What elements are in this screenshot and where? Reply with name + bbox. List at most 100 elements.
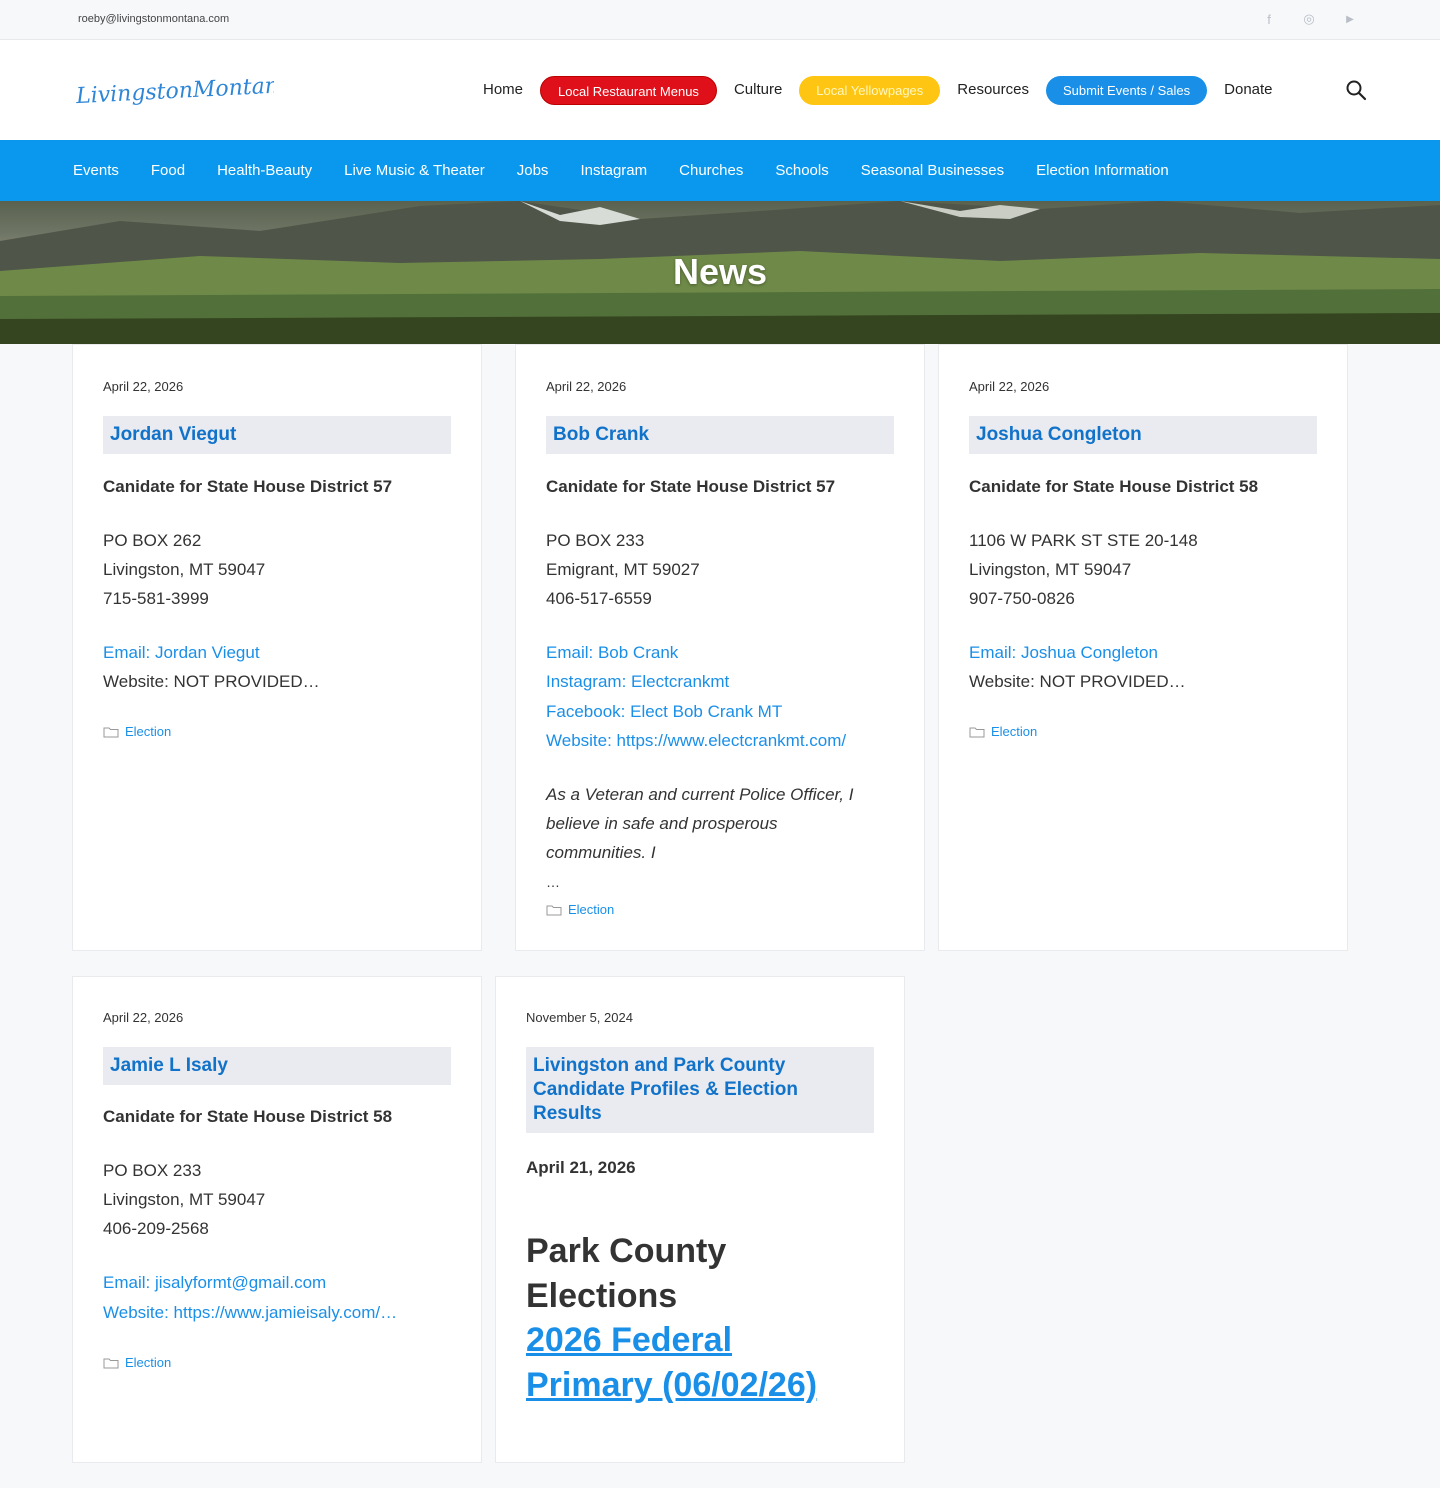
subnav-churches[interactable]: Churches [663, 162, 759, 179]
subnav-health-beauty[interactable]: Health-Beauty [201, 162, 328, 179]
website-line: Website: NOT PROVIDED… [969, 672, 1186, 691]
primary-election-link[interactable]: Primary (06/02/26) [526, 1363, 817, 1408]
post-card-jamie-isaly: April 22, 2026 Jamie L Isaly Canidate fo… [72, 976, 482, 1463]
primary-election-link[interactable]: 2026 Federal [526, 1318, 732, 1363]
post-card-joshua-congleton: April 22, 2026 Joshua Congleton Canidate… [938, 344, 1348, 951]
post-card-jordan-viegut: April 22, 2026 Jordan Viegut Canidate fo… [72, 344, 482, 951]
phone-line: 715-581-3999 [103, 589, 209, 608]
post-date: April 22, 2026 [103, 379, 184, 394]
post-title-box[interactable]: Joshua Congleton [969, 416, 1317, 454]
content-heading-line: Elections [526, 1277, 678, 1315]
excerpt-line: communities. I [546, 843, 656, 862]
address-line: Livingston, MT 59047 [103, 1190, 266, 1209]
post-subtitle: Canidate for State House District 57 [103, 477, 393, 496]
category-label[interactable]: Election [568, 902, 614, 917]
nav-home[interactable]: Home [474, 75, 532, 105]
post-title[interactable]: Jamie L Isaly [110, 1054, 444, 1078]
email-link[interactable]: Email: Joshua Congleton [969, 638, 1158, 667]
excerpt-line: As a Veteran and current Police Officer,… [546, 785, 854, 804]
nav-yellowpages-button[interactable]: Local Yellowpages [799, 75, 941, 105]
post-title[interactable]: Joshua Congleton [976, 423, 1310, 447]
post-title[interactable]: Jordan Viegut [110, 423, 444, 447]
post-title-box[interactable]: Livingston and Park County Candidate Pro… [526, 1047, 874, 1133]
post-title-line[interactable]: Livingston and Park County [533, 1054, 867, 1078]
site-logo[interactable]: LivingstonMontana.com [74, 68, 346, 114]
category-label[interactable]: Election [991, 724, 1037, 739]
post-category[interactable]: Election [546, 902, 614, 917]
search-icon[interactable] [1344, 78, 1368, 102]
phone-line: 907-750-0826 [969, 589, 1075, 608]
address-line: PO BOX 262 [103, 531, 202, 550]
website-link[interactable]: Website: https://www.electcrankmt.com/ [546, 726, 846, 755]
hero-banner: News [0, 201, 1440, 344]
folder-icon [969, 727, 985, 737]
content-heading-line: Park County [526, 1232, 727, 1270]
facebook-link[interactable]: Facebook: Elect Bob Crank MT [546, 697, 782, 726]
subnav-jobs[interactable]: Jobs [501, 162, 565, 179]
post-subtitle: Canidate for State House District 58 [969, 477, 1259, 496]
folder-icon [103, 1358, 119, 1368]
subnav-instagram[interactable]: Instagram [564, 162, 663, 179]
nav-submit-events-button[interactable]: Submit Events / Sales [1045, 75, 1208, 105]
youtube-icon[interactable]: ▶ [1341, 10, 1359, 28]
website-line: Website: NOT PROVIDED… [103, 672, 320, 691]
address-line: Livingston, MT 59047 [969, 560, 1132, 579]
excerpt-ellipsis: … [546, 874, 560, 890]
subnav-seasonal-businesses[interactable]: Seasonal Businesses [845, 162, 1020, 179]
post-title[interactable]: Bob Crank [553, 423, 887, 447]
subnav-food[interactable]: Food [135, 162, 201, 179]
nav-resources[interactable]: Resources [948, 75, 1038, 105]
subnav-events[interactable]: Events [57, 162, 135, 179]
subnav-live-music-theater[interactable]: Live Music & Theater [328, 162, 501, 179]
main-nav: Home Local Restaurant Menus Culture Loca… [474, 75, 1282, 105]
post-subtitle: April 21, 2026 [526, 1158, 636, 1177]
post-subtitle: Canidate for State House District 58 [103, 1107, 393, 1126]
address-line: Emigrant, MT 59027 [546, 560, 700, 579]
post-title-box[interactable]: Bob Crank [546, 416, 894, 454]
post-date: April 22, 2026 [546, 379, 627, 394]
post-date: November 5, 2024 [526, 1010, 633, 1025]
excerpt-line: believe in safe and prosperous [546, 814, 778, 833]
address-line: PO BOX 233 [103, 1161, 202, 1180]
folder-icon [103, 727, 119, 737]
address-line: PO BOX 233 [546, 531, 645, 550]
instagram-link[interactable]: Instagram: Electcrankmt [546, 667, 729, 696]
phone-line: 406-209-2568 [103, 1219, 209, 1238]
category-label[interactable]: Election [125, 724, 171, 739]
nav-donate[interactable]: Donate [1215, 75, 1281, 105]
page-title: News [672, 251, 768, 292]
website-link[interactable]: Website: https://www.jamieisaly.com/… [103, 1298, 397, 1327]
contact-email[interactable]: roeby@livingstonmontana.com [78, 13, 229, 25]
category-nav: Events Food Health-Beauty Live Music & T… [0, 140, 1440, 201]
folder-icon [546, 905, 562, 915]
post-card-bob-crank: April 22, 2026 Bob Crank Canidate for St… [515, 344, 925, 951]
top-bar: roeby@livingstonmontana.com f ◎ ▶ [0, 0, 1440, 40]
site-header: LivingstonMontana.com Home Local Restaur… [0, 40, 1440, 140]
nav-restaurant-menus-button[interactable]: Local Restaurant Menus [540, 75, 717, 105]
post-subtitle: Canidate for State House District 57 [546, 477, 836, 496]
post-card-election-results: November 5, 2024 Livingston and Park Cou… [495, 976, 905, 1463]
address-line: 1106 W PARK ST STE 20-148 [969, 531, 1198, 550]
post-category[interactable]: Election [103, 1355, 171, 1370]
post-category[interactable]: Election [969, 724, 1037, 739]
logo-mark: LivingstonMontana.com [75, 70, 346, 109]
email-link[interactable]: Email: Bob Crank [546, 638, 678, 667]
post-date: April 22, 2026 [103, 1010, 184, 1025]
logo-text: LivingstonMontana.com [75, 70, 274, 109]
email-link[interactable]: Email: jisalyformt@gmail.com [103, 1268, 326, 1297]
post-date: April 22, 2026 [969, 379, 1050, 394]
post-category[interactable]: Election [103, 724, 171, 739]
instagram-icon[interactable]: ◎ [1300, 10, 1318, 28]
category-label[interactable]: Election [125, 1355, 171, 1370]
post-title-line[interactable]: Results [533, 1102, 867, 1126]
address-line: Livingston, MT 59047 [103, 560, 266, 579]
post-title-box[interactable]: Jordan Viegut [103, 416, 451, 454]
subnav-election-information[interactable]: Election Information [1020, 162, 1185, 179]
nav-culture[interactable]: Culture [725, 75, 791, 105]
post-title-box[interactable]: Jamie L Isaly [103, 1047, 451, 1085]
email-link[interactable]: Email: Jordan Viegut [103, 638, 260, 667]
subnav-schools[interactable]: Schools [759, 162, 844, 179]
facebook-icon[interactable]: f [1260, 10, 1278, 28]
phone-line: 406-517-6559 [546, 589, 652, 608]
post-title-line[interactable]: Candidate Profiles & Election [533, 1078, 867, 1102]
